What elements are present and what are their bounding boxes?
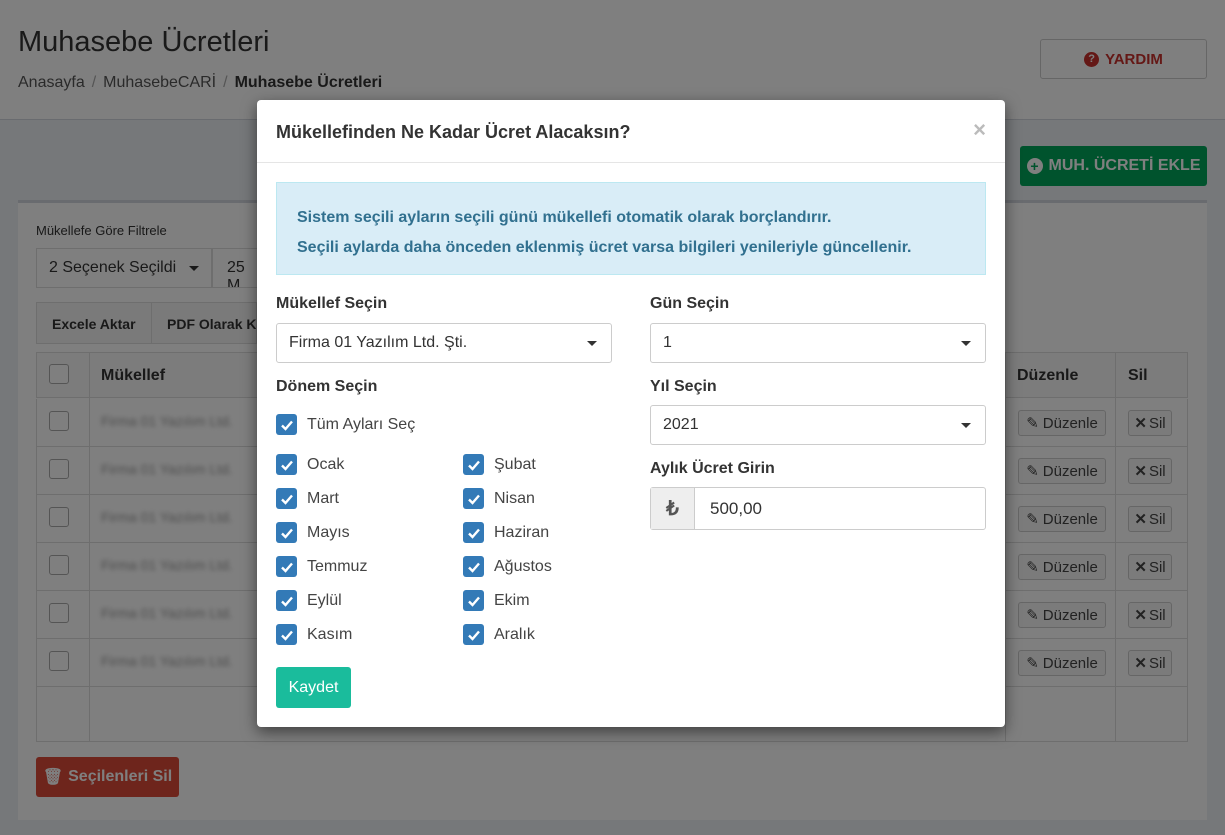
checkbox-checked-icon bbox=[276, 414, 297, 435]
checkbox-checked-icon bbox=[463, 488, 484, 509]
close-icon[interactable]: × bbox=[973, 117, 986, 143]
checkbox-checked-icon bbox=[276, 590, 297, 611]
month-label: Ekim bbox=[494, 591, 530, 609]
month-checkbox[interactable]: Şubat bbox=[463, 454, 536, 475]
checkbox-checked-icon bbox=[463, 454, 484, 475]
fee-modal: Mükellefinden Ne Kadar Ücret Alacaksın? … bbox=[257, 100, 1005, 727]
checkbox-checked-icon bbox=[276, 624, 297, 645]
taxpayer-select[interactable]: Firma 01 Yazılım Ltd. Şti. bbox=[276, 323, 612, 363]
alert-line-2: Seçili aylarda daha önceden eklenmiş ücr… bbox=[297, 239, 912, 256]
checkbox-checked-icon bbox=[463, 522, 484, 543]
alert-line-1: Sistem seçili ayların seçili günü mükell… bbox=[297, 209, 832, 226]
month-checkbox[interactable]: Kasım bbox=[276, 624, 352, 645]
checkbox-checked-icon bbox=[463, 624, 484, 645]
month-checkbox[interactable]: Nisan bbox=[463, 488, 535, 509]
month-checkbox[interactable]: Aralık bbox=[463, 624, 535, 645]
day-label: Gün Seçin bbox=[650, 295, 730, 312]
month-label: Haziran bbox=[494, 523, 550, 541]
month-checkbox[interactable]: Ağustos bbox=[463, 556, 552, 577]
caret-down-icon bbox=[961, 341, 971, 346]
month-label: Mart bbox=[307, 489, 339, 507]
checkbox-checked-icon bbox=[463, 556, 484, 577]
month-label: Eylül bbox=[307, 591, 342, 609]
day-select[interactable]: 1 bbox=[650, 323, 986, 363]
month-checkbox[interactable]: Eylül bbox=[276, 590, 342, 611]
checkbox-checked-icon bbox=[276, 556, 297, 577]
month-label: Ocak bbox=[307, 455, 345, 473]
month-checkbox[interactable]: Mayıs bbox=[276, 522, 350, 543]
month-checkbox[interactable]: Mart bbox=[276, 488, 339, 509]
checkbox-checked-icon bbox=[463, 590, 484, 611]
taxpayer-select-value: Firma 01 Yazılım Ltd. Şti. bbox=[289, 334, 468, 351]
lira-icon: ₺ bbox=[651, 488, 695, 529]
day-select-value: 1 bbox=[663, 334, 672, 351]
select-all-months-checkbox[interactable]: Tüm Ayları Seç bbox=[276, 414, 415, 435]
month-label: Kasım bbox=[307, 625, 353, 643]
year-select[interactable]: 2021 bbox=[650, 405, 986, 445]
month-checkbox[interactable]: Temmuz bbox=[276, 556, 367, 577]
month-label: Ağustos bbox=[494, 557, 552, 575]
modal-header: Mükellefinden Ne Kadar Ücret Alacaksın? … bbox=[257, 100, 1005, 163]
info-alert: Sistem seçili ayların seçili günü mükell… bbox=[276, 182, 986, 275]
month-label: Nisan bbox=[494, 489, 535, 507]
month-checkbox[interactable]: Ocak bbox=[276, 454, 344, 475]
fee-label: Aylık Ücret Girin bbox=[650, 460, 775, 477]
caret-down-icon bbox=[587, 341, 597, 346]
checkbox-checked-icon bbox=[276, 522, 297, 543]
month-label: Mayıs bbox=[307, 523, 350, 541]
checkbox-checked-icon bbox=[276, 454, 297, 475]
month-checkbox[interactable]: Haziran bbox=[463, 522, 549, 543]
fee-input-group: ₺ 500,00 bbox=[650, 487, 986, 530]
month-checkbox[interactable]: Ekim bbox=[463, 590, 530, 611]
checkbox-checked-icon bbox=[276, 488, 297, 509]
modal-title: Mükellefinden Ne Kadar Ücret Alacaksın? bbox=[276, 122, 631, 142]
year-label: Yıl Seçin bbox=[650, 378, 717, 395]
caret-down-icon bbox=[961, 423, 971, 428]
month-label: Aralık bbox=[494, 625, 535, 643]
monthly-fee-input[interactable]: 500,00 bbox=[695, 488, 985, 529]
taxpayer-label: Mükellef Seçin bbox=[276, 295, 388, 312]
month-label: Temmuz bbox=[307, 557, 368, 575]
month-label: Şubat bbox=[494, 455, 536, 473]
year-select-value: 2021 bbox=[663, 416, 699, 433]
period-label: Dönem Seçin bbox=[276, 378, 378, 395]
select-all-months-label: Tüm Ayları Seç bbox=[307, 415, 416, 433]
save-button[interactable]: Kaydet bbox=[276, 667, 351, 708]
